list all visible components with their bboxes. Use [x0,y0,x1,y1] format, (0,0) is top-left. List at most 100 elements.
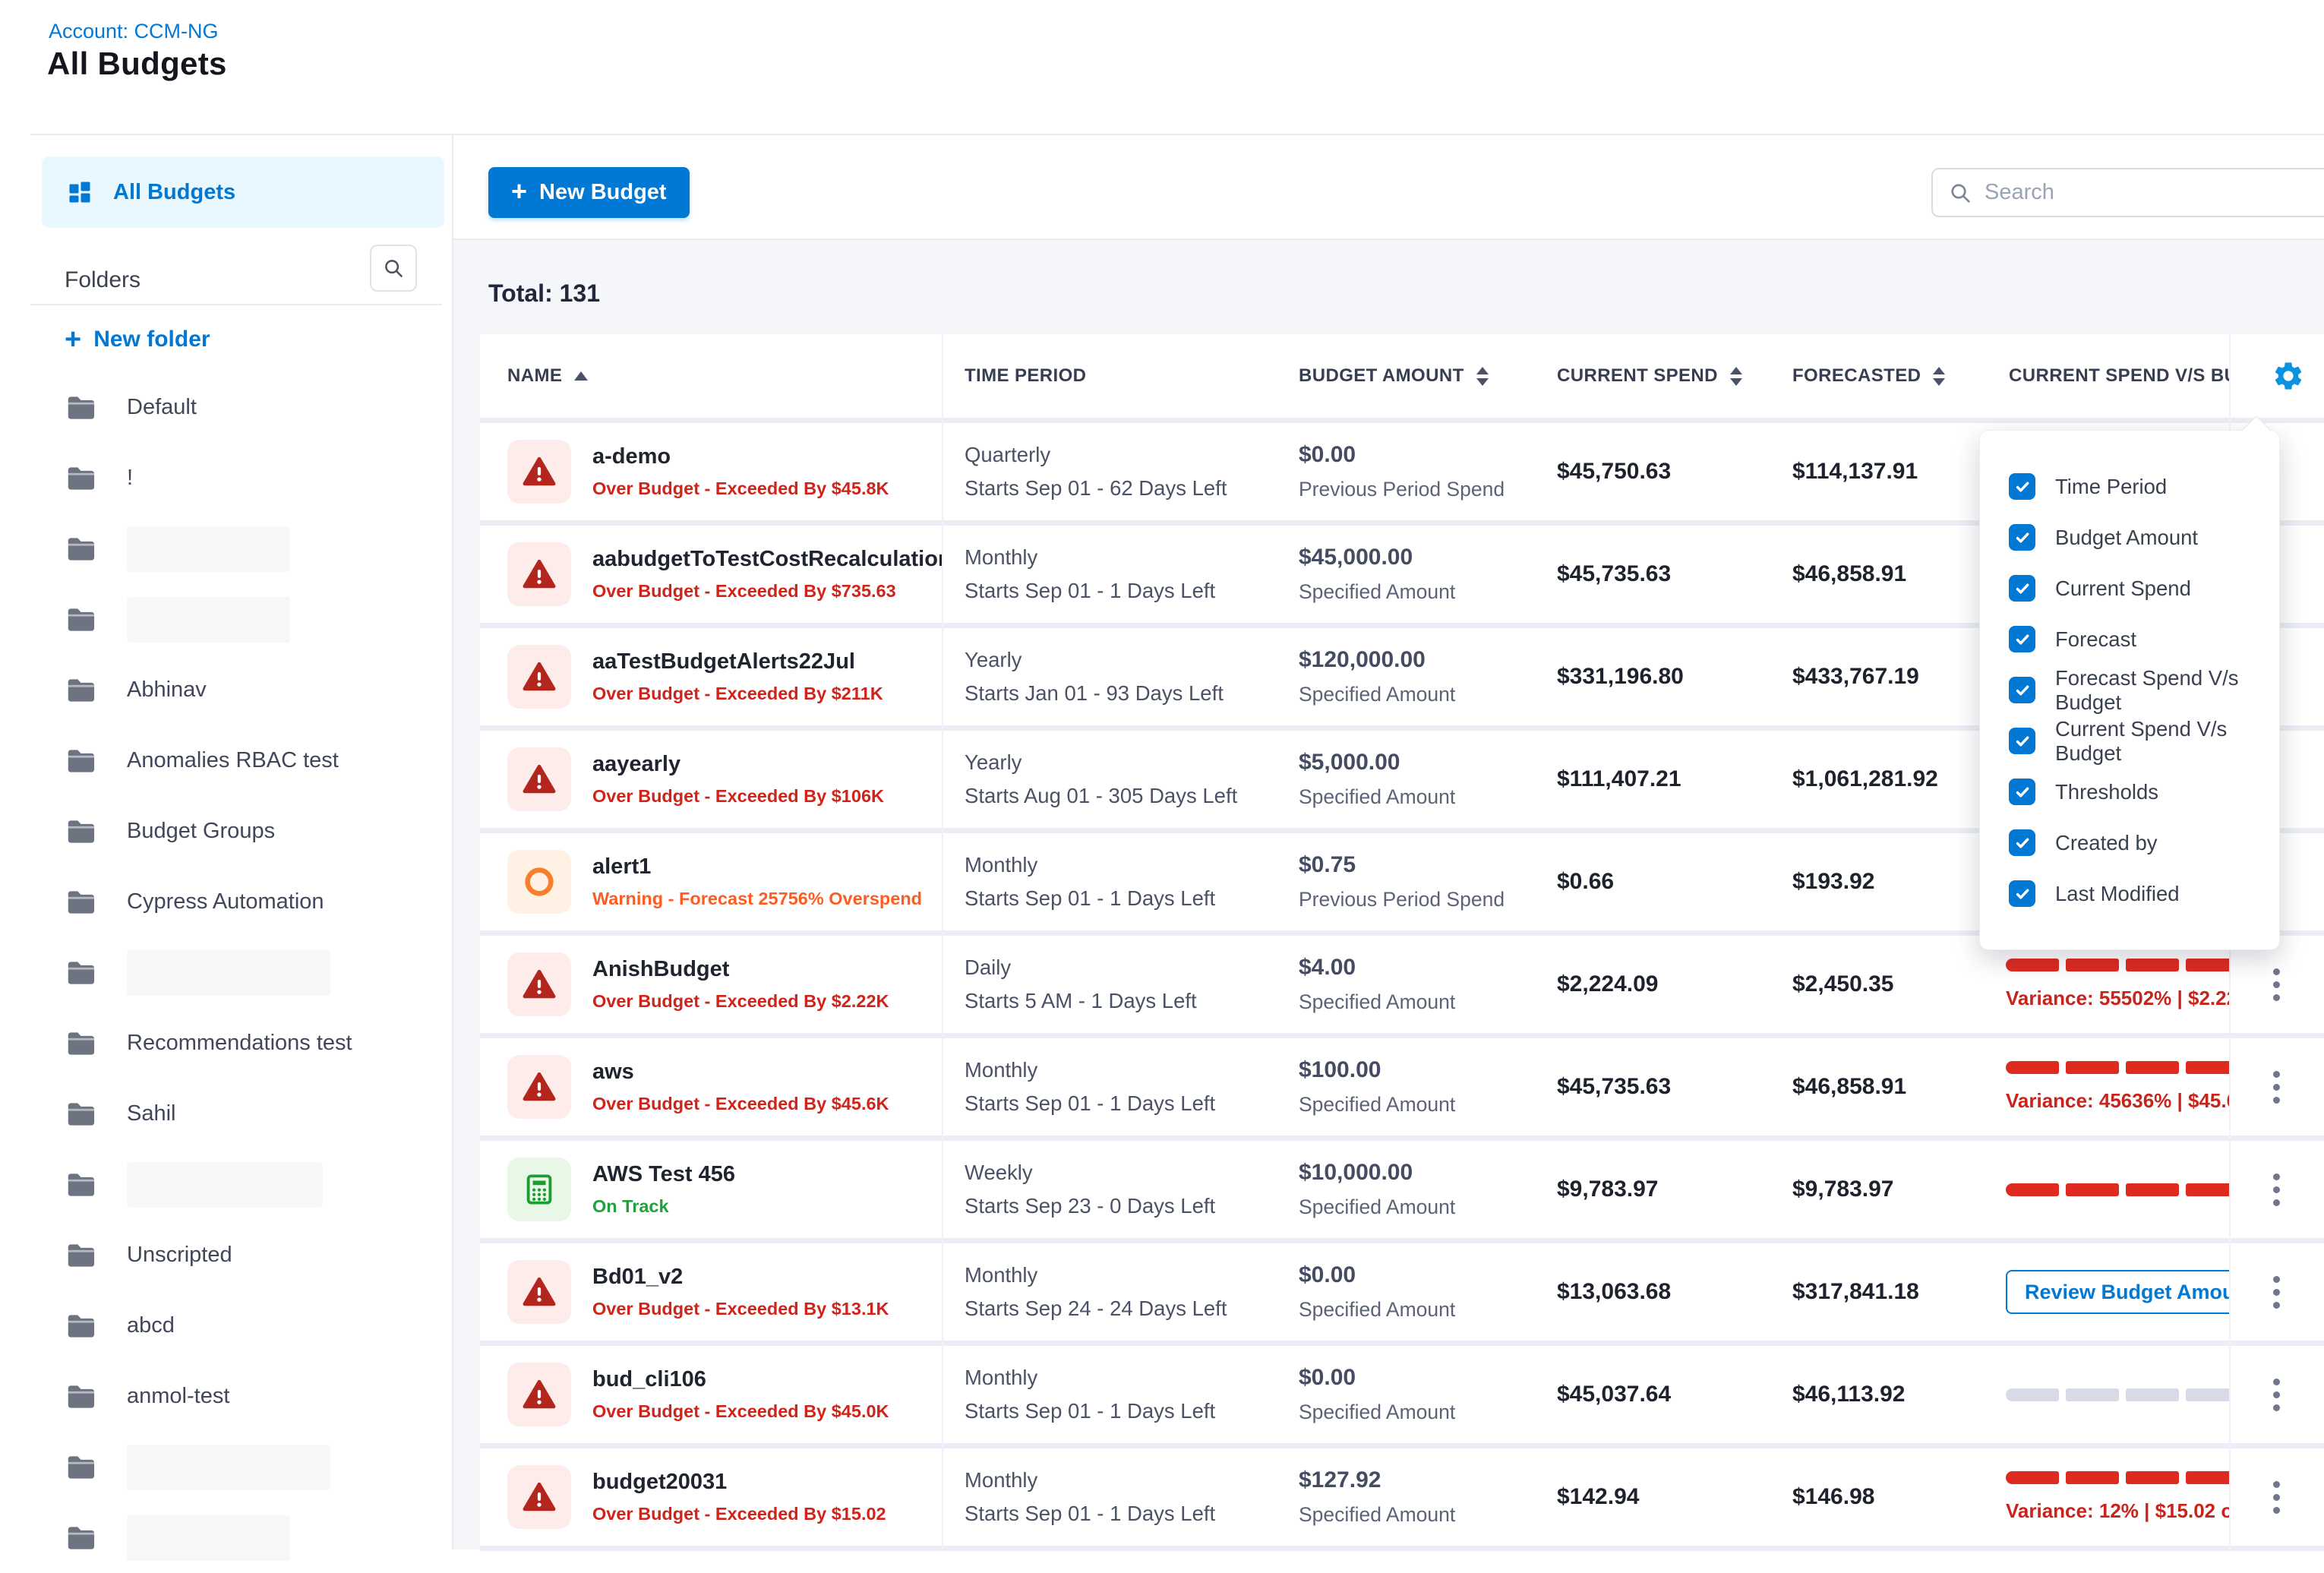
checkbox-checked-icon[interactable] [2009,779,2035,805]
column-menu-item[interactable]: Forecast Spend V/s Budget [2009,665,2279,715]
table-row[interactable]: budget20031 Over Budget - Exceeded By $1… [480,1448,2324,1551]
folder-list-item[interactable]: Default [65,372,444,443]
folder-name [127,526,290,572]
column-header[interactable]: NAME [480,365,942,387]
folder-list-item[interactable]: Abhinav [65,655,444,725]
budget-name[interactable]: Bd01_v2 [592,1265,889,1290]
column-header[interactable]: CURRENT SPEND [1534,365,1770,387]
folder-list-item[interactable] [65,937,444,1008]
column-header[interactable]: CURRENT SPEND V/S BUDGET [1986,365,2229,387]
budget-amount-type: Previous Period Spend [1299,478,1534,501]
column-menu-item[interactable]: Created by [2009,817,2279,868]
folder-list-item[interactable] [65,584,444,655]
budget-name[interactable]: alert1 [592,854,922,880]
table-row[interactable]: bud_cli106 Over Budget - Exceeded By $45… [480,1346,2324,1448]
budget-name[interactable]: aws [592,1060,889,1085]
folder-list-item[interactable]: Cypress Automation [65,867,444,937]
folder-list-item[interactable]: ! [65,443,444,513]
checkbox-checked-icon[interactable] [2009,677,2035,703]
header-divider [30,134,2324,135]
table-row[interactable]: aws Over Budget - Exceeded By $45.6K Mon… [480,1038,2324,1141]
new-folder-button[interactable]: + New folder [65,325,210,354]
row-menu-kebab-icon[interactable] [2266,1371,2288,1419]
folder-list-item[interactable] [65,513,444,584]
checkbox-checked-icon[interactable] [2009,626,2035,652]
column-settings-gear-icon[interactable] [2272,359,2305,393]
row-menu-kebab-icon[interactable] [2266,1474,2288,1521]
table-row[interactable]: AWS Test 456 On Track Weekly Starts Sep … [480,1141,2324,1243]
plus-icon: + [65,325,81,354]
period-detail: Starts 5 AM - 1 Days Left [965,989,1276,1013]
time-period-cell: Weekly Starts Sep 23 - 0 Days Left [942,1161,1276,1218]
new-budget-button[interactable]: + New Budget [488,167,690,218]
forecasted-cell: $433,767.19 [1770,664,1986,690]
row-menu-kebab-icon[interactable] [2266,1268,2288,1316]
row-menu-kebab-icon[interactable] [2266,1166,2288,1214]
folder-list-item[interactable]: Budget Groups [65,796,444,867]
folder-icon [65,1451,98,1484]
folder-list-item[interactable] [65,1502,444,1573]
column-menu-item[interactable]: Forecast [2009,614,2279,665]
review-budget-amount-button[interactable]: Review Budget Amount [2006,1270,2229,1314]
alert-triangle-icon [522,1377,557,1412]
checkbox-checked-icon[interactable] [2009,728,2035,754]
budget-amount-type: Specified Amount [1299,1196,1534,1219]
budget-name[interactable]: budget20031 [592,1470,886,1495]
time-period-cell: Monthly Starts Sep 01 - 1 Days Left [942,1366,1276,1423]
folder-icon [65,815,98,848]
folder-list-item[interactable]: Anomalies RBAC test [65,725,444,796]
budget-name[interactable]: aabudgetToTestCostRecalculation2 [592,547,942,572]
column-menu-item[interactable]: Budget Amount [2009,512,2279,563]
column-menu-item[interactable]: Last Modified [2009,868,2279,919]
column-menu-item-label: Forecast [2055,627,2136,652]
column-divider [942,334,943,1549]
folder-list-item[interactable]: anmol-test [65,1361,444,1432]
forecasted-cell: $2,450.35 [1770,971,1986,997]
column-menu-item[interactable]: Current Spend [2009,563,2279,614]
column-header[interactable]: TIME PERIOD [942,365,1276,387]
table-row[interactable]: Bd01_v2 Over Budget - Exceeded By $13.1K… [480,1243,2324,1346]
checkbox-checked-icon[interactable] [2009,524,2035,551]
period-type: Monthly [965,1366,1276,1390]
budget-amount-cell: $5,000.00 Specified Amount [1276,750,1534,809]
budget-name[interactable]: bud_cli106 [592,1367,889,1392]
budget-name[interactable]: aaTestBudgetAlerts22Jul [592,649,883,674]
folder-list-item[interactable]: Recommendations test [65,1008,444,1079]
account-breadcrumb-link[interactable]: Account: CCM-NG [49,20,219,43]
column-header[interactable]: BUDGET AMOUNT [1276,365,1534,387]
column-menu-item[interactable]: Time Period [2009,461,2279,512]
folder-list-item[interactable]: Unscripted [65,1220,444,1290]
sidebar-item-all-budgets[interactable]: All Budgets [42,156,444,228]
budget-name[interactable]: AnishBudget [592,957,889,982]
budget-amount-type: Specified Amount [1299,785,1534,809]
new-folder-label: New folder [93,327,210,352]
row-menu-kebab-icon[interactable] [2266,961,2288,1009]
alert-triangle-icon [522,967,557,1002]
period-type: Monthly [965,1468,1276,1492]
checkbox-checked-icon[interactable] [2009,829,2035,856]
budget-name[interactable]: aayearly [592,752,884,777]
checkbox-checked-icon[interactable] [2009,575,2035,602]
budget-amount-cell: $0.75 Previous Period Spend [1276,852,1534,911]
folder-search-button[interactable] [370,245,417,292]
column-header-label: CURRENT SPEND [1557,365,1718,387]
checkbox-checked-icon[interactable] [2009,473,2035,500]
budget-search-input[interactable] [1985,180,2324,205]
folder-list-item[interactable] [65,1432,444,1502]
folder-name: Cypress Automation [127,889,324,914]
column-menu-item[interactable]: Current Spend V/s Budget [2009,715,2279,766]
column-menu-item[interactable]: Thresholds [2009,766,2279,817]
column-header[interactable]: FORECASTED [1770,365,1986,387]
budget-name[interactable]: AWS Test 456 [592,1162,735,1187]
folder-icon [65,1168,98,1202]
period-type: Monthly [965,1058,1276,1082]
budget-name-cell: budget20031 Over Budget - Exceeded By $1… [480,1465,942,1529]
checkbox-checked-icon[interactable] [2009,880,2035,907]
forecasted-cell: $317,841.18 [1770,1279,1986,1305]
table-row[interactable]: AnishBudget Over Budget - Exceeded By $2… [480,936,2324,1038]
budget-name[interactable]: a-demo [592,444,889,469]
folder-list-item[interactable] [65,1149,444,1220]
folder-list-item[interactable]: abcd [65,1290,444,1361]
row-menu-kebab-icon[interactable] [2266,1063,2288,1111]
folder-list-item[interactable]: Sahil [65,1079,444,1149]
